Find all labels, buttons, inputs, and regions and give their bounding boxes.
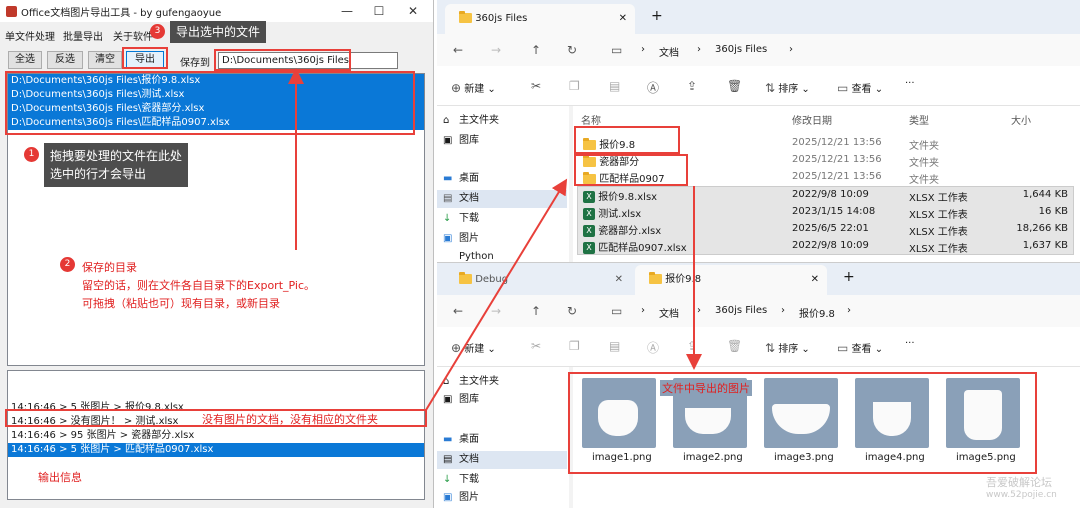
annotation-arrows	[288, 68, 702, 411]
watermark: 吾爱破解论坛 www.52pojie.cn	[986, 476, 1057, 500]
arrow-to-folders	[425, 178, 568, 411]
